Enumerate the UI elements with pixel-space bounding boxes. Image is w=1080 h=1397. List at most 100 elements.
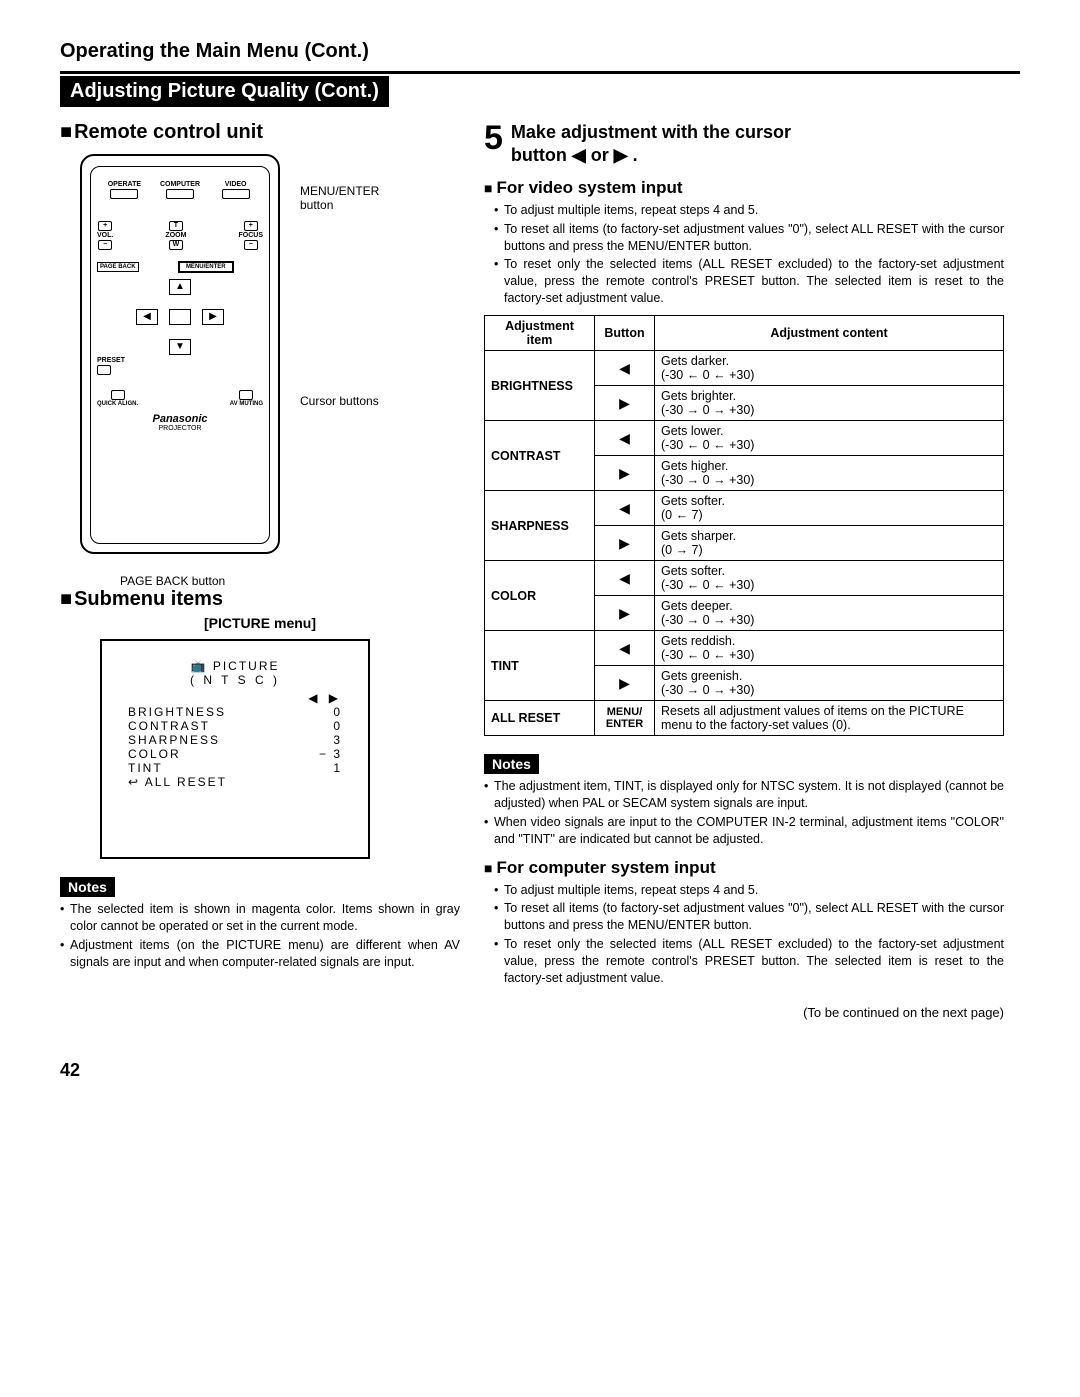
cursor-left-icon: ◀: [136, 309, 158, 325]
tint-r1: Gets greenish.: [661, 669, 742, 683]
picture-menu-system: ( N T S C ): [128, 673, 342, 687]
color-r1: Gets deeper.: [661, 599, 733, 613]
cursor-pad: ▲ ◀ ▶ ▼: [130, 279, 230, 359]
zoom-t: T: [169, 221, 183, 231]
computer-bullet-2: To reset all items (to factory-set adjus…: [494, 900, 1004, 934]
cursor-right-icon: ▶: [202, 309, 224, 325]
quick-align-button: [111, 390, 125, 400]
video-input-heading: For video system input: [484, 178, 1004, 198]
video-label: VIDEO: [225, 181, 247, 188]
av-muting-button: [239, 390, 253, 400]
cursor-center: [169, 309, 191, 325]
brightness-r2: (-30 → 0 → +30): [661, 403, 754, 417]
pm-tint-val: 1: [333, 761, 342, 775]
video-bullet-2: To reset all items (to factory-set adjus…: [494, 221, 1004, 255]
quick-align-label: QUICK ALIGN.: [97, 401, 138, 407]
pm-sharpness-val: 3: [333, 733, 342, 747]
computer-bullet-1: To adjust multiple items, repeat steps 4…: [494, 882, 1004, 899]
video-bullet-1: To adjust multiple items, repeat steps 4…: [494, 202, 1004, 219]
page-back-callout: PAGE BACK button: [120, 574, 225, 588]
notes-label-left: Notes: [60, 877, 115, 897]
preset-button: [97, 365, 111, 375]
brightness-l2: (-30 ← 0 ← +30): [661, 368, 754, 382]
right-arrow-icon: ▶: [595, 596, 655, 631]
av-muting-label: AV MUTING: [230, 401, 263, 407]
computer-input-heading: For computer system input: [484, 858, 1004, 878]
computer-bullet-3: To reset only the selected items (ALL RE…: [494, 936, 1004, 987]
row-all-reset: ALL RESET: [485, 701, 595, 736]
th-button: Button: [595, 316, 655, 351]
picture-menu-caption: [PICTURE menu]: [60, 615, 460, 631]
left-arrow-icon: ◀: [595, 561, 655, 596]
left-arrow-icon: ◀: [595, 631, 655, 666]
page-number: 42: [60, 1060, 1020, 1081]
tint-l1: Gets reddish.: [661, 634, 735, 648]
row-tint: TINT: [485, 631, 595, 701]
left-note-2: Adjustment items (on the PICTURE menu) a…: [60, 937, 460, 971]
menu-enter-button: MENU/ENTER: [178, 261, 234, 273]
brightness-r1: Gets brighter.: [661, 389, 736, 403]
pm-color-val: − 3: [319, 747, 342, 761]
projector-label: PROJECTOR: [97, 425, 263, 432]
right-arrow-icon: ▶: [595, 526, 655, 561]
picture-menu-title: PICTURE: [213, 659, 280, 673]
row-sharpness: SHARPNESS: [485, 491, 595, 561]
left-arrow-icon: ◀: [595, 491, 655, 526]
menu-enter-cell: MENU/ ENTER: [595, 701, 655, 736]
tv-icon: 📺: [191, 659, 208, 673]
pm-brightness: BRIGHTNESS: [128, 705, 226, 719]
video-note-1: The adjustment item, TINT, is displayed …: [484, 778, 1004, 812]
row-brightness: BRIGHTNESS: [485, 351, 595, 421]
focus-minus: −: [244, 240, 258, 250]
tint-l2: (-30 ← 0 ← +30): [661, 648, 754, 662]
pm-color: COLOR: [128, 747, 181, 761]
menu-enter-callout: MENU/ENTER button: [300, 184, 400, 213]
reset-icon: ↩: [128, 775, 140, 789]
brand-label: Panasonic: [97, 413, 263, 425]
step-5-text-b: button ◀ or ▶ .: [511, 145, 638, 165]
page-top-heading: Operating the Main Menu (Cont.): [60, 40, 1020, 63]
color-r2: (-30 → 0 → +30): [661, 613, 754, 627]
adjustment-table: Adjustment item Button Adjustment conten…: [484, 315, 1004, 736]
pm-sharpness: SHARPNESS: [128, 733, 220, 747]
left-note-1: The selected item is shown in magenta co…: [60, 901, 460, 935]
th-content: Adjustment content: [655, 316, 1004, 351]
operate-label: OPERATE: [108, 181, 141, 188]
vol-plus: +: [98, 221, 112, 231]
left-arrow-icon: ◀: [595, 351, 655, 386]
continued-note: (To be continued on the next page): [484, 1005, 1004, 1020]
cursor-down-icon: ▼: [169, 339, 191, 355]
zoom-w: W: [169, 240, 183, 250]
sharpness-r1: Gets sharper.: [661, 529, 736, 543]
pm-brightness-val: 0: [333, 705, 342, 719]
contrast-l1: Gets lower.: [661, 424, 724, 438]
submenu-heading: Submenu items: [60, 588, 460, 611]
contrast-r2: (-30 → 0 → +30): [661, 473, 754, 487]
right-arrow-icon: ▶: [595, 666, 655, 701]
cursor-up-icon: ▲: [169, 279, 191, 295]
zoom-label: ZOOM: [165, 232, 186, 239]
color-l1: Gets softer.: [661, 564, 725, 578]
picture-menu-arrows: ◀ ▶: [128, 691, 342, 705]
step-5-text-a: Make adjustment with the cursor: [511, 122, 791, 142]
right-arrow-icon: ▶: [595, 386, 655, 421]
video-bullet-3: To reset only the selected items (ALL RE…: [494, 256, 1004, 307]
remote-diagram: OPERATE COMPUTER VIDEO +VOL.− TZOOMW +FO…: [80, 154, 280, 554]
pm-contrast: CONTRAST: [128, 719, 210, 733]
vol-label: VOL.: [97, 232, 113, 239]
video-note-2: When video signals are input to the COMP…: [484, 814, 1004, 848]
right-arrow-icon: ▶: [595, 456, 655, 491]
section-banner: Adjusting Picture Quality (Cont.): [60, 76, 389, 107]
remote-heading: Remote control unit: [60, 121, 460, 144]
left-arrow-icon: ◀: [595, 421, 655, 456]
divider: [60, 71, 1020, 74]
sharpness-l1: Gets softer.: [661, 494, 725, 508]
pm-contrast-val: 0: [333, 719, 342, 733]
vol-minus: −: [98, 240, 112, 250]
row-color: COLOR: [485, 561, 595, 631]
th-item: Adjustment item: [485, 316, 595, 351]
focus-plus: +: [244, 221, 258, 231]
contrast-r1: Gets higher.: [661, 459, 728, 473]
computer-label: COMPUTER: [160, 181, 200, 188]
notes-label-right: Notes: [484, 754, 539, 774]
